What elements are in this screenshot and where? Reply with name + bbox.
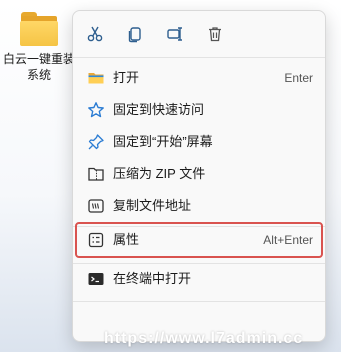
desktop-folder[interactable]: 白云一键重装 系统	[0, 12, 78, 83]
properties-icon	[87, 231, 105, 249]
menu-item-label: 压缩为 ZIP 文件	[113, 166, 206, 181]
pin-icon	[87, 133, 105, 151]
trash-icon	[209, 27, 221, 42]
menu-item-shortcut: Alt+Enter	[263, 233, 313, 247]
desktop-folder-label-line2: 系统	[26, 68, 51, 82]
menu-item-open-in-terminal[interactable]: 在终端中打开	[77, 264, 321, 294]
folder-open-icon	[87, 69, 105, 87]
star-icon	[87, 101, 105, 119]
menu-divider	[73, 301, 325, 302]
terminal-icon	[87, 270, 105, 288]
watermark: https://www.l7admin.cc	[104, 330, 304, 347]
menu-item-compress-zip[interactable]: 压缩为 ZIP 文件	[77, 159, 321, 189]
menu-item-copy-path[interactable]: 复制文件地址	[77, 191, 321, 221]
rename-button[interactable]	[163, 22, 187, 46]
menu-item-label: 属性	[113, 232, 140, 247]
context-menu-toolbar	[73, 11, 325, 57]
context-menu: 打开 Enter 固定到快速访问 固定到“开始”屏幕 压缩为 ZIP 文件 复制…	[72, 10, 326, 342]
rename-icon	[167, 27, 182, 41]
menu-item-pin-start[interactable]: 固定到“开始”屏幕	[77, 127, 321, 157]
scissors-icon	[87, 26, 103, 42]
menu-item-properties[interactable]: 属性 Alt+Enter	[75, 222, 323, 258]
folder-icon	[19, 12, 59, 46]
menu-item-label: 固定到快速访问	[113, 102, 205, 117]
menu-item-label: 在终端中打开	[113, 271, 192, 286]
copy-path-icon	[87, 197, 105, 215]
menu-item-open[interactable]: 打开 Enter	[77, 63, 321, 93]
delete-button[interactable]	[203, 22, 227, 46]
menu-item-shortcut: Enter	[284, 71, 313, 85]
copy-button[interactable]	[123, 22, 147, 46]
cut-button[interactable]	[83, 22, 107, 46]
desktop-folder-label-line1: 白云一键重装	[2, 52, 75, 66]
toolbar-divider	[73, 57, 325, 58]
menu-item-label: 复制文件地址	[113, 198, 192, 213]
copy-icon	[128, 27, 141, 43]
menu-item-label: 打开	[113, 70, 140, 85]
menu-item-label: 固定到“开始”屏幕	[113, 134, 213, 149]
menu-item-pin-quick-access[interactable]: 固定到快速访问	[77, 95, 321, 125]
zip-icon	[87, 165, 105, 183]
